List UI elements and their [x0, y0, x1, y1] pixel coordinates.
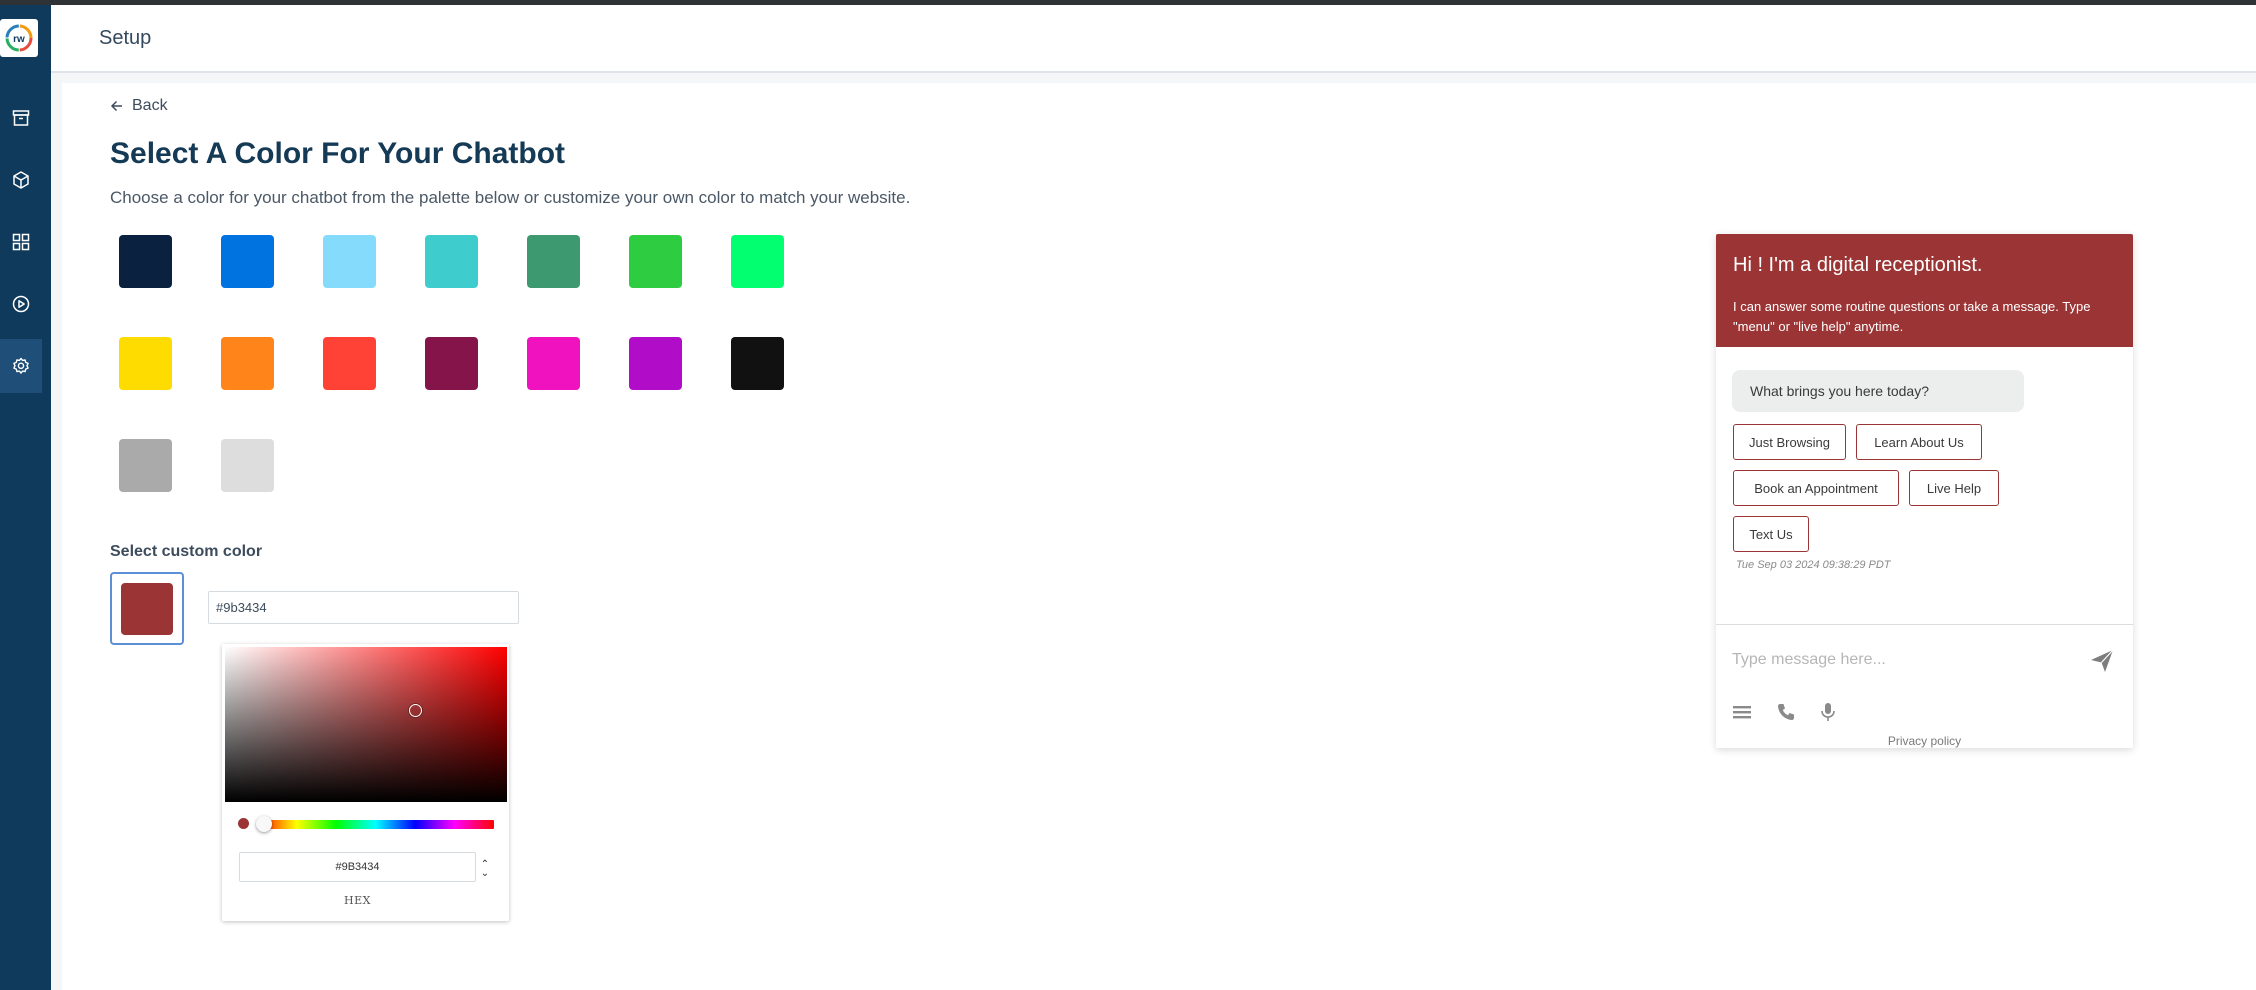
top-header: Setup: [51, 5, 2256, 73]
hue-slider[interactable]: [257, 820, 494, 829]
page-subtitle: Choose a color for your chatbot from the…: [110, 188, 911, 207]
color-swatch[interactable]: [119, 439, 172, 492]
chat-option-learn-about-us[interactable]: Learn About Us: [1856, 424, 1982, 460]
chevron-down-icon: ⌄: [480, 868, 490, 879]
header-title: Setup: [99, 27, 152, 49]
saturation-area[interactable]: [225, 647, 507, 802]
picker-mode-toggle[interactable]: ⌃ ⌄: [478, 858, 492, 880]
page-title: Select A Color For Your Chatbot: [110, 137, 566, 170]
chat-bot-message: What brings you here today?: [1732, 370, 2024, 412]
chat-option-just-browsing[interactable]: Just Browsing: [1733, 424, 1846, 460]
logo-icon: rw: [5, 24, 33, 52]
chat-message-input[interactable]: [1732, 644, 2062, 676]
picker-hex-input[interactable]: [239, 852, 476, 882]
hue-slider-thumb[interactable]: [256, 816, 272, 832]
chat-timestamp: Tue Sep 03 2024 09:38:29 PDT: [1736, 559, 1891, 571]
color-swatch[interactable]: [425, 337, 478, 390]
custom-color-swatch: [121, 582, 173, 635]
chat-header: Hi ! I'm a digital receptionist. I can a…: [1716, 234, 2133, 347]
custom-color-hex-input[interactable]: [208, 591, 519, 624]
chat-option-book-appointment[interactable]: Book an Appointment: [1733, 470, 1899, 506]
privacy-policy-link[interactable]: Privacy policy: [1716, 734, 2133, 748]
chat-option-text-us[interactable]: Text Us: [1733, 516, 1809, 552]
svg-text:rw: rw: [13, 34, 25, 45]
color-picker: ⌃ ⌄ HEX: [222, 644, 509, 921]
color-swatch[interactable]: [527, 235, 580, 288]
color-swatch[interactable]: [323, 235, 376, 288]
arrow-left-icon: [110, 100, 122, 112]
color-swatch[interactable]: [221, 235, 274, 288]
archive-icon: [12, 110, 30, 126]
saturation-cursor[interactable]: [409, 704, 422, 717]
cube-icon: [13, 171, 29, 189]
color-swatch[interactable]: [731, 337, 784, 390]
picker-mode-label: HEX: [344, 894, 371, 907]
color-swatch[interactable]: [221, 337, 274, 390]
color-swatch[interactable]: [119, 337, 172, 390]
sidebar-item-media[interactable]: [0, 277, 42, 331]
color-swatch[interactable]: [731, 235, 784, 288]
sidebar: rw: [0, 5, 51, 990]
gear-icon: [13, 357, 29, 374]
sidebar-item-archive[interactable]: [0, 91, 42, 145]
custom-color-preview[interactable]: [110, 572, 184, 645]
color-swatch[interactable]: [629, 337, 682, 390]
sidebar-item-dashboard[interactable]: [0, 215, 42, 269]
grid-icon: [12, 233, 30, 251]
phone-icon[interactable]: [1775, 701, 1797, 723]
color-swatch[interactable]: [323, 337, 376, 390]
app-logo[interactable]: rw: [0, 19, 38, 57]
color-swatch[interactable]: [221, 439, 274, 492]
chat-divider: [1716, 624, 2133, 625]
color-swatch[interactable]: [527, 337, 580, 390]
back-label: Back: [132, 97, 168, 114]
color-swatch[interactable]: [425, 235, 478, 288]
menu-icon[interactable]: [1731, 701, 1753, 723]
chat-header-subtitle: I can answer some routine questions or t…: [1733, 299, 2091, 334]
color-swatch[interactable]: [119, 235, 172, 288]
play-circle-icon: [12, 295, 30, 313]
chatbot-preview: Hi ! I'm a digital receptionist. I can a…: [1716, 234, 2133, 748]
back-link[interactable]: Back: [110, 97, 168, 115]
custom-color-label: Select custom color: [110, 543, 263, 560]
color-swatch[interactable]: [629, 235, 682, 288]
chat-option-live-help[interactable]: Live Help: [1909, 470, 1999, 506]
microphone-icon[interactable]: [1817, 701, 1839, 723]
send-icon[interactable]: [2088, 647, 2116, 675]
chat-header-title: Hi ! I'm a digital receptionist.: [1733, 254, 1983, 276]
sidebar-item-package[interactable]: [0, 153, 42, 207]
current-color-dot: [238, 818, 249, 829]
sidebar-item-settings[interactable]: [0, 339, 42, 393]
